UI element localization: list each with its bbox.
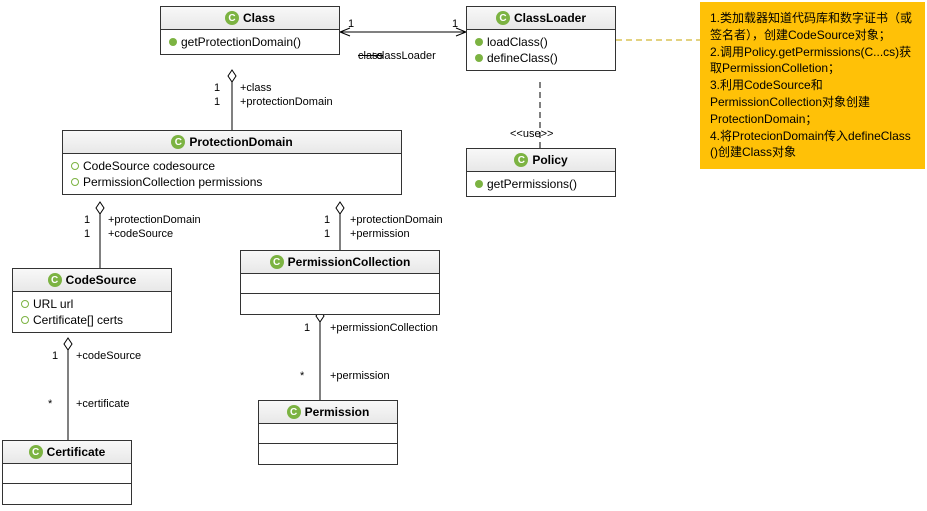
attr-icon	[21, 316, 29, 324]
cs-title: CodeSource	[13, 269, 171, 292]
role-label: +protectionDomain	[108, 214, 201, 226]
note-line: 4.将ProtecionDomain传入defineClass ()创建Clas…	[710, 128, 915, 162]
uml-class-protectiondomain: ProtectionDomain CodeSource codesource P…	[62, 130, 402, 195]
class-icon	[514, 153, 528, 167]
pd-attr: PermissionCollection permissions	[71, 174, 393, 190]
mult-label: *	[300, 370, 304, 382]
uml-class-class: Class getProtectionDomain()	[160, 6, 340, 55]
class-icon	[225, 11, 239, 25]
role-label: +certificate	[76, 398, 130, 410]
cert-title: Certificate	[3, 441, 131, 464]
public-method-icon	[169, 38, 177, 46]
mult-label: 1	[452, 18, 458, 30]
note-line: 2.调用Policy.getPermissions(C...cs)获取Permi…	[710, 44, 915, 78]
uml-class-codesource: CodeSource URL url Certificate[] certs	[12, 268, 172, 333]
class-op: getProtectionDomain()	[169, 34, 331, 50]
classloader-name: ClassLoader	[514, 11, 586, 25]
uml-class-permissioncollection: PermissionCollection	[240, 250, 440, 315]
classloader-op: loadClass()	[475, 34, 607, 50]
mult-label: 1	[214, 96, 220, 108]
mult-label: *	[48, 398, 52, 410]
mult-label: 1	[84, 214, 90, 226]
mult-label: 1	[304, 322, 310, 334]
pd-name: ProtectionDomain	[189, 135, 292, 149]
uml-class-certificate: Certificate	[2, 440, 132, 505]
note-line: 3.利用CodeSource和PermissionCollection对象创建P…	[710, 77, 915, 127]
class-name: Class	[243, 11, 275, 25]
policy-op: getPermissions()	[475, 176, 607, 192]
cs-name: CodeSource	[66, 273, 137, 287]
class-icon	[270, 255, 284, 269]
role-label: +protectionDomain	[240, 96, 333, 108]
class-icon	[496, 11, 510, 25]
public-method-icon	[475, 180, 483, 188]
policy-title: Policy	[467, 149, 615, 172]
uml-class-policy: Policy getPermissions()	[466, 148, 616, 197]
stereotype-label: <<use>>	[510, 128, 553, 140]
pd-attr: CodeSource codesource	[71, 158, 393, 174]
role-label: +codeSource	[108, 228, 173, 240]
class-icon	[29, 445, 43, 459]
pc-title: PermissionCollection	[241, 251, 439, 274]
pd-title: ProtectionDomain	[63, 131, 401, 154]
cs-attr: Certificate[] certs	[21, 312, 163, 328]
uml-class-permission: Permission	[258, 400, 398, 465]
public-method-icon	[475, 38, 483, 46]
class-icon	[171, 135, 185, 149]
role-label: +permission	[330, 370, 390, 382]
attr-icon	[71, 178, 79, 186]
role-label: +protectionDomain	[350, 214, 443, 226]
class-icon	[287, 405, 301, 419]
mult-label: 1	[348, 18, 354, 30]
mult-label: 1	[324, 228, 330, 240]
mult-label: 1	[324, 214, 330, 226]
role-label: +codeSource	[76, 350, 141, 362]
attr-icon	[71, 162, 79, 170]
policy-name: Policy	[532, 153, 567, 167]
class-title: Class	[161, 7, 339, 30]
role-label: +permission	[350, 228, 410, 240]
cert-name: Certificate	[47, 445, 106, 459]
attr-icon	[21, 300, 29, 308]
pc-name: PermissionCollection	[288, 255, 411, 269]
uml-class-classloader: ClassLoader loadClass() defineClass()	[466, 6, 616, 71]
class-icon	[48, 273, 62, 287]
cs-attr: URL url	[21, 296, 163, 312]
mult-label: 1	[214, 82, 220, 94]
note-line: 1.类加载器知道代码库和数字证书（或签名者），创建CodeSource对象；	[710, 10, 915, 44]
mult-label: 1	[52, 350, 58, 362]
perm-title: Permission	[259, 401, 397, 424]
public-method-icon	[475, 54, 483, 62]
role-label: +classLoader	[370, 50, 436, 62]
classloader-title: ClassLoader	[467, 7, 615, 30]
annotation-note: 1.类加载器知道代码库和数字证书（或签名者），创建CodeSource对象； 2…	[700, 2, 925, 169]
role-label: +permissionCollection	[330, 322, 438, 334]
role-label: +class	[240, 82, 272, 94]
perm-name: Permission	[305, 405, 370, 419]
classloader-op: defineClass()	[475, 50, 607, 66]
mult-label: 1	[84, 228, 90, 240]
